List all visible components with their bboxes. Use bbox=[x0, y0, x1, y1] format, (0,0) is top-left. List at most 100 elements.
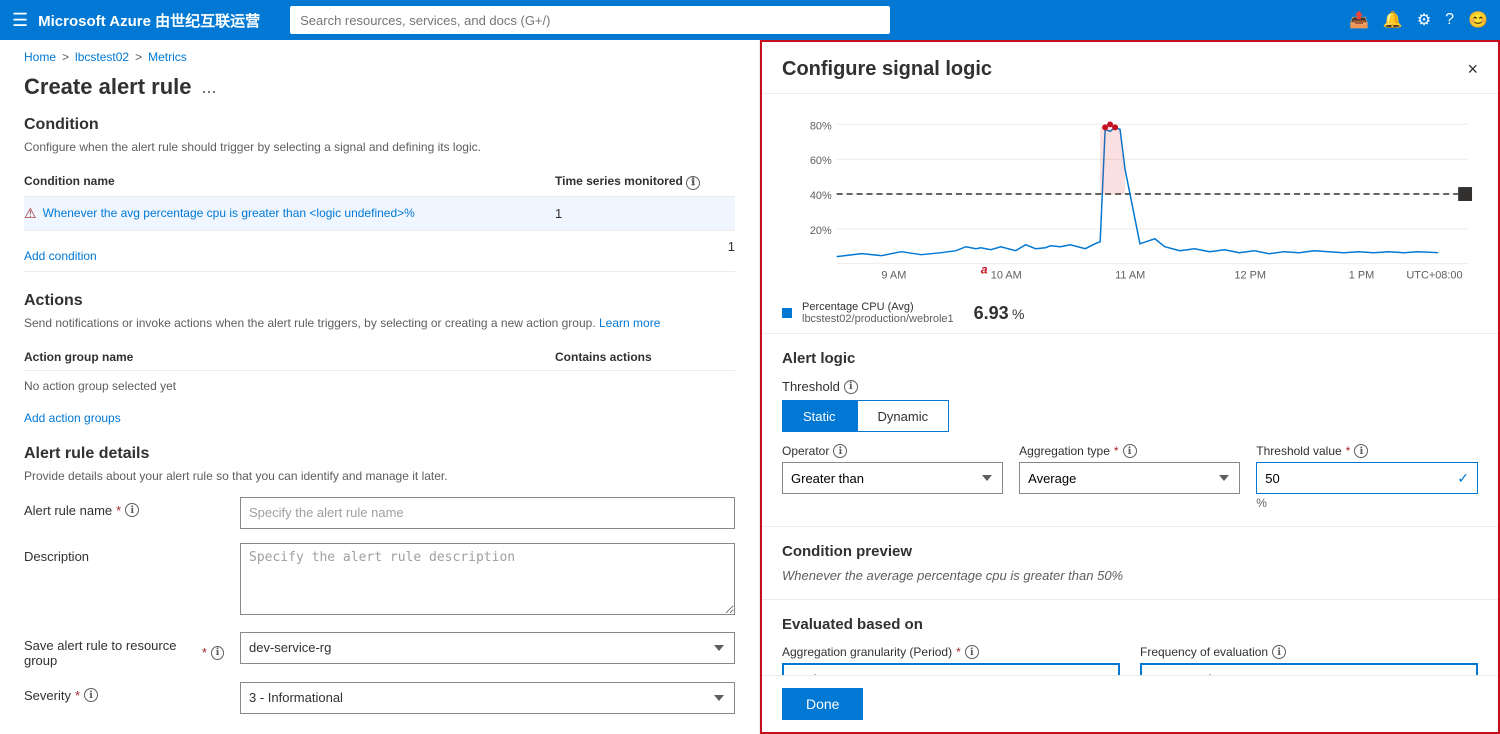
feedback-icon[interactable]: 📤 bbox=[1349, 10, 1369, 30]
aggregation-select[interactable]: Average bbox=[1019, 462, 1240, 494]
user-avatar-icon[interactable]: 😊 bbox=[1468, 10, 1488, 30]
rule-name-input[interactable] bbox=[240, 497, 735, 529]
total-time-series: 1 bbox=[728, 239, 735, 263]
legend-sub: lbcstest02/production/webrole1 bbox=[802, 313, 954, 325]
threshold-value-info-icon[interactable]: ℹ bbox=[1354, 444, 1368, 458]
evaluated-title: Evaluated based on bbox=[782, 616, 1478, 633]
done-button[interactable]: Done bbox=[782, 688, 863, 720]
breadcrumb-lbcstest02[interactable]: lbcstest02 bbox=[75, 50, 129, 64]
svg-text:10 AM: 10 AM bbox=[991, 270, 1022, 282]
resource-group-label: Save alert rule to resource group bbox=[24, 638, 198, 668]
help-icon[interactable]: ? bbox=[1445, 11, 1454, 29]
description-label: Description bbox=[24, 549, 89, 564]
condition-title: Condition bbox=[24, 116, 735, 134]
threshold-label: Threshold bbox=[782, 379, 840, 394]
threshold-toggle: Static Dynamic bbox=[782, 400, 1478, 432]
frequency-select[interactable]: Every 1 Minute bbox=[1140, 663, 1478, 675]
page-header: Create alert rule ... bbox=[0, 70, 759, 116]
rule-name-info-icon[interactable]: ℹ bbox=[125, 503, 139, 517]
breadcrumb-home[interactable]: Home bbox=[24, 50, 56, 64]
threshold-unit: % bbox=[1256, 496, 1478, 510]
severity-label: Severity bbox=[24, 688, 71, 703]
condition-text[interactable]: Whenever the avg percentage cpu is great… bbox=[43, 206, 415, 220]
legend-text: Percentage CPU (Avg) bbox=[802, 301, 954, 313]
threshold-value-input[interactable]: 50 bbox=[1257, 463, 1449, 493]
rule-name-label: Alert rule name bbox=[24, 503, 112, 518]
metric-value: 6.93 bbox=[974, 303, 1009, 323]
operator-select[interactable]: Greater than bbox=[782, 462, 1003, 494]
frequency-field: Frequency of evaluation ℹ Every 1 Minute bbox=[1140, 645, 1478, 675]
severity-required: * bbox=[75, 688, 80, 703]
add-condition-link[interactable]: Add condition bbox=[24, 249, 97, 263]
agg-granularity-select[interactable]: 1 minute bbox=[782, 663, 1120, 675]
threshold-value-label: Threshold value bbox=[1256, 444, 1341, 458]
rule-name-row: Alert rule name * ℹ bbox=[24, 497, 735, 529]
time-series-info-icon[interactable]: ℹ bbox=[686, 176, 700, 190]
condition-time-series-value: 1 bbox=[555, 206, 735, 221]
svg-text:12 PM: 12 PM bbox=[1234, 270, 1266, 282]
dialog-footer: Done bbox=[762, 675, 1498, 732]
agg-granularity-info-icon[interactable]: ℹ bbox=[965, 645, 979, 659]
condition-error-icon: ⚠ bbox=[24, 205, 37, 222]
condition-desc: Configure when the alert rule should tri… bbox=[24, 140, 735, 154]
dialog-title: Configure signal logic bbox=[782, 58, 992, 81]
severity-select[interactable]: 3 - Informational bbox=[240, 682, 735, 714]
col-condition-name: Condition name bbox=[24, 174, 555, 190]
description-row: Description bbox=[24, 543, 735, 618]
aggregation-info-icon[interactable]: ℹ bbox=[1123, 444, 1137, 458]
aggregation-field: Aggregation type * ℹ Average bbox=[1019, 444, 1240, 510]
chart-area: 80% 60% 40% 20% 9 AM 10 AM bbox=[762, 94, 1498, 334]
threshold-info-icon[interactable]: ℹ bbox=[844, 380, 858, 394]
operator-info-icon[interactable]: ℹ bbox=[833, 444, 847, 458]
svg-text:1 PM: 1 PM bbox=[1349, 270, 1375, 282]
topbar: ☰ Microsoft Azure 由世纪互联运营 📤 🔔 ⚙ ? 😊 bbox=[0, 0, 1500, 40]
aggregation-required: * bbox=[1114, 444, 1119, 458]
condition-preview-section: Condition preview Whenever the average p… bbox=[762, 527, 1498, 600]
learn-more-link[interactable]: Learn more bbox=[599, 316, 660, 330]
severity-row: Severity * ℹ 3 - Informational bbox=[24, 682, 735, 714]
breadcrumb-sep1: > bbox=[62, 50, 69, 64]
global-search-input[interactable] bbox=[290, 6, 890, 34]
condition-row[interactable]: ⚠ Whenever the avg percentage cpu is gre… bbox=[24, 197, 735, 231]
dynamic-threshold-button[interactable]: Dynamic bbox=[857, 400, 950, 432]
hamburger-icon[interactable]: ☰ bbox=[12, 10, 28, 31]
app-logo: Microsoft Azure 由世纪互联运营 bbox=[38, 10, 260, 31]
notifications-icon[interactable]: 🔔 bbox=[1383, 10, 1403, 30]
frequency-info-icon[interactable]: ℹ bbox=[1272, 645, 1286, 659]
evaluated-row: Aggregation granularity (Period) * ℹ 1 m… bbox=[782, 645, 1478, 675]
operator-field: Operator ℹ Greater than bbox=[782, 444, 1003, 510]
settings-icon[interactable]: ⚙ bbox=[1417, 10, 1431, 30]
alert-logic-title: Alert logic bbox=[782, 350, 1478, 367]
svg-text:9 AM: 9 AM bbox=[881, 270, 906, 282]
condition-table-header: Condition name Time series monitored ℹ bbox=[24, 168, 735, 197]
col-time-series: Time series monitored ℹ bbox=[555, 174, 735, 190]
page-title: Create alert rule bbox=[24, 74, 192, 100]
no-action-text: No action group selected yet bbox=[24, 371, 735, 401]
actions-table-header: Action group name Contains actions bbox=[24, 344, 735, 371]
rule-name-required: * bbox=[116, 503, 121, 518]
alert-details-desc: Provide details about your alert rule so… bbox=[24, 469, 735, 483]
svg-text:11 AM: 11 AM bbox=[1115, 270, 1145, 282]
actions-section: Actions Send notifications or invoke act… bbox=[0, 292, 759, 445]
resource-group-info-icon[interactable]: ℹ bbox=[211, 646, 224, 660]
svg-text:20%: 20% bbox=[810, 225, 832, 237]
threshold-value-required: * bbox=[1346, 444, 1351, 458]
aggregation-granularity-field: Aggregation granularity (Period) * ℹ 1 m… bbox=[782, 645, 1120, 675]
resource-group-row: Save alert rule to resource group * ℹ de… bbox=[24, 632, 735, 668]
breadcrumb-metrics[interactable]: Metrics bbox=[148, 50, 187, 64]
dialog-close-button[interactable]: × bbox=[1467, 59, 1478, 80]
metric-unit: % bbox=[1012, 306, 1024, 322]
static-threshold-button[interactable]: Static bbox=[782, 400, 857, 432]
svg-text:60%: 60% bbox=[810, 155, 832, 167]
more-options-button[interactable]: ... bbox=[202, 77, 217, 98]
add-action-groups-link[interactable]: Add action groups bbox=[24, 411, 121, 425]
alert-rule-details-section: Alert rule details Provide details about… bbox=[0, 445, 759, 734]
resource-group-select[interactable]: dev-service-rg bbox=[240, 632, 735, 664]
description-input[interactable] bbox=[240, 543, 735, 615]
topbar-icons: 📤 🔔 ⚙ ? 😊 bbox=[1349, 10, 1488, 30]
operator-label: Operator bbox=[782, 444, 829, 458]
metric-chart: 80% 60% 40% 20% 9 AM 10 AM bbox=[782, 104, 1478, 294]
svg-text:a: a bbox=[981, 263, 988, 277]
dialog-header: Configure signal logic × bbox=[762, 42, 1498, 94]
severity-info-icon[interactable]: ℹ bbox=[84, 688, 98, 702]
